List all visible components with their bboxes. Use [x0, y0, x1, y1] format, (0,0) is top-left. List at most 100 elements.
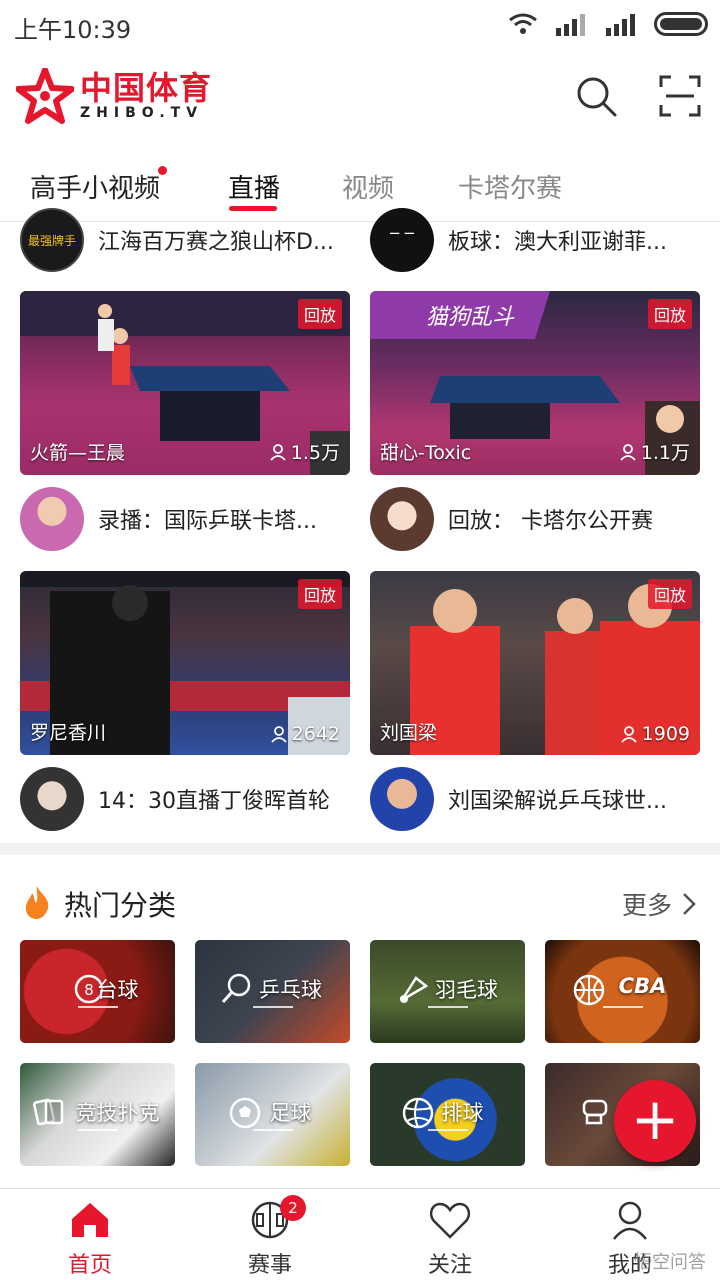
- viewer-count: 1.5万: [269, 438, 340, 465]
- viewer-count: 2642: [270, 723, 340, 745]
- viewer-count-text: 1.1万: [640, 442, 690, 464]
- category-badminton[interactable]: 羽毛球: [370, 940, 525, 1043]
- tab-videos[interactable]: 视频: [342, 168, 394, 205]
- fire-icon: [25, 886, 49, 919]
- status-icons: [508, 12, 708, 36]
- live-card[interactable]: 猫狗乱斗 回放 甜心-Toxic 1.1万: [370, 291, 700, 475]
- user-icon: [620, 726, 637, 743]
- app-header: 中国体育 ZHIBO.TV: [0, 50, 720, 150]
- category-underline: [78, 1129, 118, 1131]
- star-logo-icon: [16, 68, 74, 124]
- category-billiards[interactable]: 8 台球: [20, 940, 175, 1043]
- stream-title: 板球：澳大利亚谢菲...: [448, 230, 667, 255]
- list-item[interactable]: 刘国梁解说乒乓球世...: [370, 767, 700, 831]
- wifi-icon: [509, 13, 537, 34]
- list-item[interactable]: ‾ ‾ 板球：澳大利亚谢菲...: [370, 208, 700, 272]
- notification-badge: 2: [280, 1195, 306, 1221]
- live-card[interactable]: 回放 火箭—王晨 1.5万: [20, 291, 350, 475]
- search-icon[interactable]: [574, 74, 618, 118]
- list-item[interactable]: 最强牌手 江海百万赛之狼山杯D...: [20, 208, 350, 272]
- category-poker[interactable]: 竞技扑克: [20, 1063, 175, 1166]
- user-icon: [270, 443, 286, 461]
- category-underline: [253, 1129, 293, 1131]
- scan-icon[interactable]: [658, 74, 702, 118]
- more-link[interactable]: 更多: [622, 886, 696, 922]
- app-logo: 中国体育 ZHIBO.TV: [16, 68, 212, 124]
- nav-follow[interactable]: 关注: [360, 1189, 540, 1280]
- category-underline: [603, 1006, 643, 1008]
- category-underline: [253, 1006, 293, 1008]
- viewer-count-text: 1909: [641, 723, 690, 745]
- user-icon: [620, 443, 636, 461]
- category-label: 乒乓球: [259, 978, 322, 1002]
- stream-title: 回放： 卡塔尔公开赛: [448, 509, 653, 534]
- replay-badge: 回放: [647, 579, 692, 609]
- boxing-icon: [582, 1099, 608, 1125]
- signal-icon: [556, 14, 585, 36]
- category-label: 排球: [441, 1101, 484, 1125]
- heart-icon: [429, 1202, 471, 1239]
- user-icon: [270, 726, 287, 743]
- section-divider: [0, 843, 720, 855]
- category-label: 台球: [96, 978, 139, 1002]
- status-bar: 上午10:39: [0, 0, 720, 50]
- battery-icon: [654, 12, 708, 36]
- replay-badge: 回放: [297, 579, 342, 609]
- avatar: ‾ ‾: [370, 208, 434, 272]
- category-volleyball[interactable]: 排球: [370, 1063, 525, 1166]
- list-item[interactable]: 录播：国际乒联卡塔...: [20, 487, 350, 551]
- logo-en-text: ZHIBO.TV: [80, 105, 204, 121]
- category-underline: [428, 1129, 468, 1131]
- streamer-name: 火箭—王晨: [30, 442, 126, 464]
- more-link-label: 更多: [621, 891, 672, 920]
- category-underline: [78, 1006, 118, 1008]
- nav-label: 首页: [67, 1253, 112, 1278]
- live-card[interactable]: 回放 罗尼香川 2642: [20, 571, 350, 755]
- avatar: [370, 767, 434, 831]
- streamer-name: 刘国梁: [380, 722, 438, 744]
- category-cba[interactable]: CBA: [545, 940, 700, 1043]
- nav-label: 关注: [427, 1253, 472, 1278]
- category-football[interactable]: 足球: [195, 1063, 350, 1166]
- stream-title: 刘国梁解说乒乓球世...: [448, 789, 667, 814]
- viewer-count: 1909: [620, 723, 690, 745]
- streamer-name: 罗尼香川: [30, 722, 107, 744]
- nav-label: 赛事: [247, 1253, 292, 1278]
- nav-home[interactable]: 首页: [0, 1189, 180, 1280]
- streamer-name: 甜心-Toxic: [380, 442, 472, 464]
- home-icon: [72, 1203, 108, 1237]
- avatar: 最强牌手: [20, 208, 84, 272]
- logo-cn-text: 中国体育: [80, 69, 213, 107]
- category-underline: [428, 1006, 468, 1008]
- replay-badge: 回放: [647, 299, 692, 329]
- create-button[interactable]: +: [614, 1080, 696, 1162]
- tab-new-dot: [158, 166, 167, 175]
- viewer-count-text: 2642: [291, 723, 340, 745]
- live-card[interactable]: 回放 刘国梁 1909: [370, 571, 700, 755]
- stream-title: 录播：国际乒联卡塔...: [98, 509, 317, 534]
- category-table-tennis[interactable]: 乒乓球: [195, 940, 350, 1043]
- avatar: [370, 487, 434, 551]
- category-label: 羽毛球: [435, 978, 498, 1002]
- status-time: 上午10:39: [14, 16, 132, 44]
- tab-qatar[interactable]: 卡塔尔赛: [458, 168, 562, 205]
- profile-icon: [613, 1201, 647, 1240]
- tab-short-videos[interactable]: 高手小视频: [30, 168, 160, 205]
- bottom-nav: 首页 2 赛事 关注 我的 悟空问答: [0, 1188, 720, 1280]
- chevron-right-icon: [683, 893, 696, 915]
- viewer-count: 1.1万: [619, 438, 690, 465]
- avatar: [20, 487, 84, 551]
- viewer-count-text: 1.5万: [290, 442, 340, 464]
- category-label: 竞技扑克: [75, 1101, 160, 1125]
- stream-title: 14：30直播丁俊晖首轮: [98, 789, 330, 814]
- signal-icon-2: [606, 14, 635, 36]
- list-item[interactable]: 14：30直播丁俊晖首轮: [20, 767, 350, 831]
- hot-categories-title: 热门分类: [64, 889, 177, 922]
- category-label: CBA: [618, 974, 667, 998]
- avatar: [20, 767, 84, 831]
- replay-badge: 回放: [297, 299, 342, 329]
- stream-title: 江海百万赛之狼山杯D...: [98, 230, 334, 255]
- list-item[interactable]: 回放： 卡塔尔公开赛: [370, 487, 700, 551]
- nav-events[interactable]: 2 赛事: [180, 1189, 360, 1280]
- tab-live[interactable]: 直播: [228, 168, 280, 205]
